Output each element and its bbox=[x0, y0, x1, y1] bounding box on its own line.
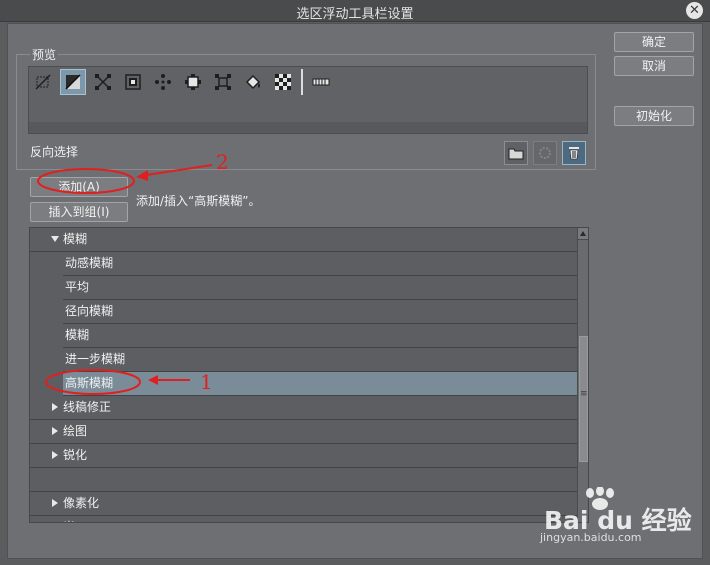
annotation-number-2: 2 bbox=[216, 150, 229, 174]
annotation-arrow-2 bbox=[139, 164, 213, 177]
watermark: Bai du 经验 jingyan.baidu.com bbox=[540, 487, 705, 547]
annotation-arrowhead-2 bbox=[136, 170, 148, 181]
watermark-url: jingyan.baidu.com bbox=[540, 531, 642, 544]
annotation-layer bbox=[37, 164, 213, 395]
annotation-arrowhead-1 bbox=[148, 375, 158, 385]
annotation-circle-gaussian bbox=[45, 369, 141, 395]
annotation-circle-add bbox=[37, 168, 135, 194]
annotation-number-1: 1 bbox=[200, 370, 213, 394]
